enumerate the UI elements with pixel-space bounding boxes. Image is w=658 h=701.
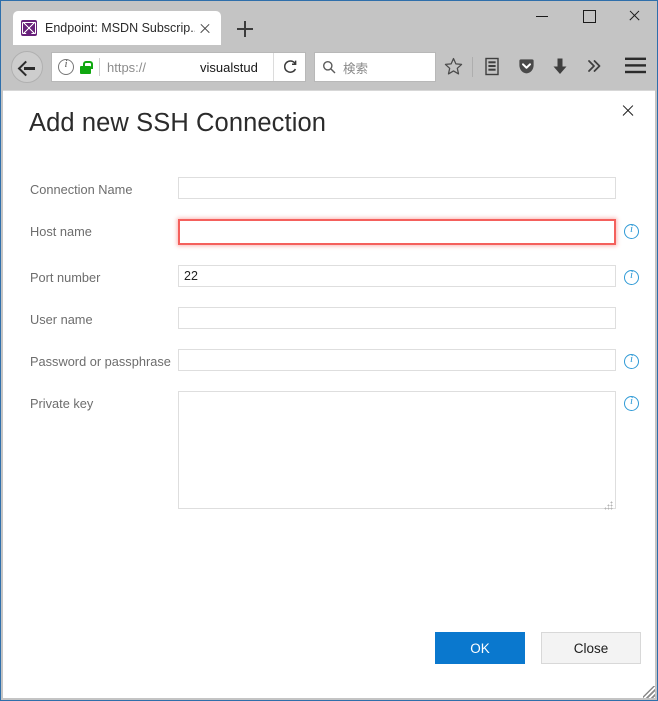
info-circle-icon[interactable] <box>58 58 74 75</box>
info-icon-host-name[interactable] <box>624 223 639 239</box>
label-private-key: Private key <box>30 396 94 411</box>
info-icon-port-number[interactable] <box>624 269 639 285</box>
field-row-private-key: Private key <box>3 391 655 514</box>
label-password-or-passphrase: Password or passphrase <box>30 354 171 369</box>
close-button[interactable]: Close <box>541 632 641 664</box>
back-arrow-icon <box>20 61 35 75</box>
reload-icon <box>284 60 297 73</box>
field-row-password-or-passphrase: Password or passphrase <box>3 349 655 371</box>
window-resize-grip[interactable] <box>643 686 655 698</box>
minimize-button[interactable] <box>519 1 565 31</box>
info-icon-private-key[interactable] <box>624 395 639 411</box>
host-name-input[interactable] <box>178 219 616 245</box>
window-controls <box>519 1 657 31</box>
browser-window: Endpoint: MSDN Subscrip... https:// visu… <box>0 0 658 701</box>
field-row-port-number: Port number <box>3 265 655 287</box>
page-title: Add new SSH Connection <box>29 109 327 137</box>
port-number-input[interactable] <box>178 265 616 287</box>
private-key-textarea[interactable] <box>178 391 616 509</box>
chevron-double-right-icon[interactable] <box>579 51 611 83</box>
close-dialog-icon[interactable] <box>615 97 641 123</box>
reload-button[interactable] <box>273 53 305 81</box>
close-window-button[interactable] <box>611 1 657 31</box>
toolbar-divider <box>472 57 473 77</box>
ssh-connection-form: Connection Name Host name Port number Us… <box>3 177 655 534</box>
url-host: visualstud <box>200 59 258 75</box>
tab-strip: Endpoint: MSDN Subscrip... <box>1 1 657 45</box>
info-icon-password-or-passphrase[interactable] <box>624 353 639 369</box>
url-scheme: https:// <box>107 59 147 75</box>
pocket-icon[interactable] <box>511 51 543 83</box>
navigation-toolbar: https:// visualstud 検索 <box>1 45 657 89</box>
label-port-number: Port number <box>30 270 101 285</box>
ok-button[interactable]: OK <box>435 632 525 664</box>
label-user-name: User name <box>30 312 93 327</box>
library-icon[interactable] <box>477 51 509 83</box>
hamburger-menu-icon[interactable] <box>619 51 651 83</box>
browser-tab[interactable]: Endpoint: MSDN Subscrip... <box>13 11 221 45</box>
search-icon <box>323 61 336 74</box>
back-button[interactable] <box>11 51 43 83</box>
user-name-input[interactable] <box>178 307 616 329</box>
visual-studio-icon <box>21 20 37 36</box>
tab-title: Endpoint: MSDN Subscrip... <box>45 21 195 35</box>
lock-icon[interactable] <box>80 60 93 74</box>
close-tab-icon[interactable] <box>195 18 215 38</box>
page-content: Add new SSH Connection Connection Name H… <box>3 90 655 698</box>
url-divider <box>99 58 100 76</box>
field-row-connection-name: Connection Name <box>3 177 655 199</box>
dialog-buttons: OK Close <box>3 632 655 664</box>
maximize-button[interactable] <box>565 1 611 31</box>
search-bar[interactable]: 検索 <box>314 52 436 82</box>
label-host-name: Host name <box>30 224 92 239</box>
new-tab-button[interactable] <box>233 17 257 41</box>
download-arrow-icon[interactable] <box>545 51 577 83</box>
search-input[interactable]: 検索 <box>343 58 368 77</box>
url-bar[interactable]: https:// visualstud <box>51 52 306 82</box>
field-row-user-name: User name <box>3 307 655 329</box>
connection-name-input[interactable] <box>178 177 616 199</box>
label-connection-name: Connection Name <box>30 182 133 197</box>
field-row-host-name: Host name <box>3 219 655 245</box>
password-or-passphrase-input[interactable] <box>178 349 616 371</box>
private-key-wrapper <box>178 391 616 514</box>
star-icon[interactable] <box>438 51 470 83</box>
